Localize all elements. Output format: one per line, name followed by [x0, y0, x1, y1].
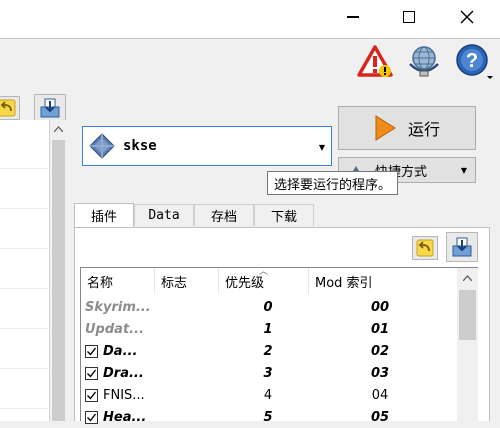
- divider: [0, 328, 50, 329]
- save-icon: [452, 237, 472, 257]
- skse-diamond-icon: [89, 133, 115, 159]
- plugin-checkbox[interactable]: [85, 344, 98, 358]
- maximize-button[interactable]: [386, 0, 432, 34]
- mod-list[interactable]: [0, 120, 50, 421]
- divider: [0, 168, 50, 169]
- plugin-checkbox[interactable]: [85, 388, 98, 402]
- plugin-name: FNIS...: [103, 387, 145, 403]
- warning-icon[interactable]: [356, 42, 394, 80]
- scrollbar-thumb[interactable]: [52, 140, 65, 421]
- chevron-down-icon: ▼: [318, 143, 325, 152]
- play-icon: [375, 115, 396, 141]
- plugin-mod-index: 01: [370, 321, 390, 337]
- undo-icon: [0, 99, 16, 117]
- plugin-mod-index: 05: [370, 409, 390, 425]
- chevron-down-icon: ▼: [460, 166, 467, 175]
- plugin-mod-index: 03: [370, 365, 390, 381]
- close-icon: [460, 10, 474, 24]
- table-row[interactable]: Da... 2 02: [81, 340, 458, 362]
- minimize-button[interactable]: [330, 0, 376, 34]
- svg-text:?: ?: [466, 50, 478, 72]
- table-row[interactable]: FNIS... 4 04: [81, 384, 458, 406]
- column-header-flags[interactable]: 标志: [155, 268, 219, 294]
- plugin-name: Dra...: [103, 365, 144, 381]
- plugin-name: Updat...: [85, 321, 144, 337]
- save-icon: [40, 98, 60, 118]
- plugin-name: Da...: [103, 343, 138, 359]
- save-plugins-button[interactable]: [446, 232, 478, 262]
- plugin-mod-index: 02: [370, 343, 390, 359]
- divider: [0, 408, 50, 409]
- checkmark-icon: [87, 347, 97, 356]
- checkmark-icon: [87, 391, 97, 400]
- run-button[interactable]: 运行: [338, 106, 476, 150]
- tab-downloads[interactable]: 下载: [254, 204, 314, 226]
- executable-select[interactable]: skse ▼: [82, 126, 332, 166]
- plugin-mod-index: 00: [370, 299, 390, 315]
- plugin-priority: 3: [263, 365, 273, 381]
- plugin-priority: 1: [263, 321, 273, 337]
- divider: [0, 248, 50, 249]
- plugin-priority: 5: [263, 409, 273, 425]
- undo-icon: [416, 239, 434, 257]
- plugin-priority: 4: [263, 387, 273, 403]
- scroll-up-arrow-icon[interactable]: [457, 269, 478, 287]
- scroll-up-arrow-icon[interactable]: [50, 120, 67, 137]
- plugin-name-cell: Hea...: [85, 406, 155, 428]
- plugin-name-cell: FNIS...: [85, 384, 155, 406]
- plugin-mod-index: 04: [371, 387, 389, 403]
- undo-button[interactable]: [0, 96, 20, 120]
- column-header-priority[interactable]: 优先级: [219, 268, 309, 294]
- plugin-table: ︿ 名称 标志 优先级 Mod 索引 Skyrim... 0 00 Updat.…: [80, 267, 478, 425]
- run-label: 运行: [407, 120, 440, 139]
- checkmark-icon: [87, 369, 97, 378]
- plugin-checkbox[interactable]: [85, 366, 98, 380]
- plugin-name-cell: Da...: [85, 340, 155, 362]
- network-icon[interactable]: [405, 42, 443, 80]
- table-row[interactable]: Hea... 5 05: [81, 406, 458, 428]
- table-row[interactable]: Skyrim... 0 00: [81, 296, 458, 318]
- close-button[interactable]: [444, 0, 490, 34]
- minimize-icon: [347, 16, 359, 18]
- table-row[interactable]: Dra... 3 03: [81, 362, 458, 384]
- maximize-icon: [403, 11, 415, 23]
- help-icon[interactable]: ?: [455, 42, 493, 80]
- table-row[interactable]: Updat... 1 01: [81, 318, 458, 340]
- executable-label: skse: [123, 138, 157, 154]
- divider: [0, 368, 50, 369]
- scrollbar-thumb[interactable]: [459, 290, 476, 340]
- save-backup-button[interactable]: [34, 94, 66, 122]
- tooltip: 选择要运行的程序。: [267, 171, 399, 195]
- plugin-priority: 2: [263, 343, 273, 359]
- plugin-name: Skyrim...: [85, 299, 151, 315]
- divider: [0, 288, 50, 289]
- plugin-name: Hea...: [103, 409, 147, 425]
- tab-plugins[interactable]: 插件: [74, 203, 134, 227]
- column-header-mod-index[interactable]: Mod 索引: [309, 268, 457, 294]
- plugin-checkbox[interactable]: [85, 410, 98, 424]
- undo-plugins-button[interactable]: [412, 236, 438, 260]
- tab-saves[interactable]: 存档: [194, 204, 254, 226]
- column-header-name[interactable]: 名称: [81, 268, 155, 294]
- divider: [0, 208, 50, 209]
- plugin-priority: 0: [263, 299, 273, 315]
- plugin-name-cell: Dra...: [85, 362, 155, 384]
- tab-data[interactable]: Data: [134, 204, 194, 226]
